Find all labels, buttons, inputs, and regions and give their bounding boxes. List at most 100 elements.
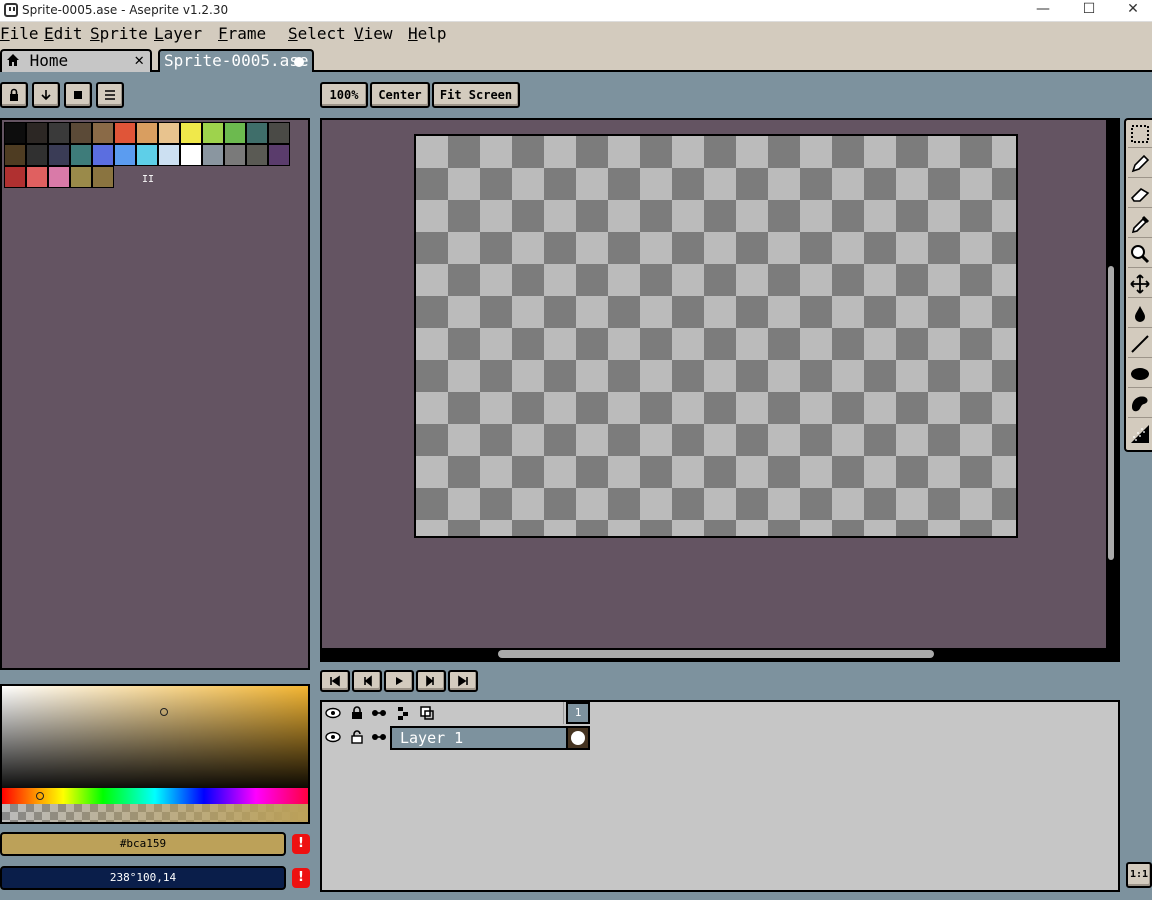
palette-swatch[interactable] xyxy=(158,122,180,144)
layer-visibility-icon[interactable] xyxy=(322,726,344,748)
fit-screen-button[interactable]: Fit Screen xyxy=(432,82,520,108)
palette-swatch[interactable] xyxy=(48,122,70,144)
color-saturation-area[interactable] xyxy=(2,686,308,788)
minimize-button[interactable]: — xyxy=(1020,0,1066,22)
close-window-button[interactable]: ✕ xyxy=(1110,0,1152,22)
timeline-panel[interactable]: 1 Layer 1 xyxy=(320,700,1120,892)
menu-select[interactable]: Select xyxy=(288,24,346,43)
menu-file[interactable]: File xyxy=(0,24,39,43)
move-tool[interactable] xyxy=(1128,270,1152,298)
layer-1-cel[interactable] xyxy=(566,726,590,750)
group-header-icon[interactable] xyxy=(392,702,414,724)
palette-swatch[interactable] xyxy=(70,122,92,144)
zoom-tool[interactable] xyxy=(1128,240,1152,268)
palette-swatch[interactable] xyxy=(268,144,290,166)
visibility-header-icon[interactable] xyxy=(322,702,344,724)
menu-help[interactable]: Help xyxy=(408,24,447,43)
palette-swatch[interactable] xyxy=(4,166,26,188)
palette-swatch[interactable] xyxy=(48,166,70,188)
eraser-tool[interactable] xyxy=(1128,180,1152,208)
sprite-canvas[interactable] xyxy=(414,134,1018,538)
canvas-editor[interactable] xyxy=(320,118,1120,662)
paint-bucket-tool[interactable] xyxy=(1128,300,1152,328)
vertical-scrollbar[interactable] xyxy=(1106,120,1118,660)
palette-swatch[interactable] xyxy=(114,122,136,144)
maximize-button[interactable]: ☐ xyxy=(1066,0,1112,22)
palette-swatch[interactable] xyxy=(48,144,70,166)
first-frame-button[interactable] xyxy=(320,670,350,692)
hue-cursor[interactable] xyxy=(36,792,44,800)
hue-slider[interactable] xyxy=(2,788,308,804)
ellipse-tool[interactable] xyxy=(1128,360,1152,388)
palette-swatch[interactable] xyxy=(224,122,246,144)
palette-swatch[interactable] xyxy=(136,122,158,144)
palette-swatch[interactable] xyxy=(246,122,268,144)
palette-preset-button[interactable] xyxy=(64,82,92,108)
play-button[interactable] xyxy=(384,670,414,692)
palette-swatch[interactable] xyxy=(26,166,48,188)
palette-swatch[interactable] xyxy=(158,144,180,166)
palette-swatch[interactable] xyxy=(92,122,114,144)
palette-swatch[interactable] xyxy=(92,166,114,188)
palette-swatch[interactable] xyxy=(26,144,48,166)
palette-swatch[interactable] xyxy=(268,122,290,144)
palette-swatch[interactable] xyxy=(136,144,158,166)
layer-continuous-icon[interactable] xyxy=(368,726,390,748)
close-tab-icon[interactable]: ✕ xyxy=(134,50,144,69)
unsaved-dot-icon[interactable] xyxy=(294,57,304,67)
next-frame-button[interactable] xyxy=(416,670,446,692)
bg-warning-icon[interactable]: ! xyxy=(292,868,310,888)
spray-tool[interactable] xyxy=(1128,420,1152,448)
horizontal-scroll-thumb[interactable] xyxy=(498,650,934,658)
palette-swatch[interactable] xyxy=(4,122,26,144)
palette-sort-button[interactable] xyxy=(32,82,60,108)
color-picker[interactable] xyxy=(0,684,310,824)
palette-swatch[interactable] xyxy=(4,144,26,166)
onion-skin-header-icon[interactable] xyxy=(416,702,438,724)
fg-warning-icon[interactable]: ! xyxy=(292,834,310,854)
palette-swatch[interactable] xyxy=(246,144,268,166)
palette-swatch[interactable] xyxy=(70,166,92,188)
vertical-scroll-thumb[interactable] xyxy=(1108,266,1114,560)
line-tool[interactable] xyxy=(1128,330,1152,358)
palette-swatch[interactable] xyxy=(180,122,202,144)
frame-header[interactable]: 1 xyxy=(566,702,590,724)
pencil-tool[interactable] xyxy=(1128,150,1152,178)
layer-name[interactable]: Layer 1 xyxy=(390,726,590,750)
palette-swatch[interactable] xyxy=(114,144,136,166)
lock-header-icon[interactable] xyxy=(346,702,368,724)
horizontal-scrollbar[interactable] xyxy=(322,648,1108,660)
palette-swatch[interactable] xyxy=(92,144,114,166)
prev-frame-button[interactable] xyxy=(352,670,382,692)
palette-swatch[interactable] xyxy=(26,122,48,144)
palette-swatch[interactable] xyxy=(202,122,224,144)
contour-tool[interactable] xyxy=(1128,390,1152,418)
foreground-color-field[interactable]: #bca159 xyxy=(0,832,286,856)
background-color-field[interactable]: 238°100,14 xyxy=(0,866,286,890)
marquee-tool[interactable] xyxy=(1128,120,1152,148)
menu-view[interactable]: View xyxy=(354,24,393,43)
center-button[interactable]: Center xyxy=(370,82,430,108)
palette-swatch[interactable] xyxy=(202,144,224,166)
continuous-header-icon[interactable] xyxy=(368,702,390,724)
palette-swatch[interactable] xyxy=(224,144,246,166)
tab-sprite[interactable]: Sprite-0005.ase xyxy=(158,49,314,72)
canvas-background[interactable] xyxy=(324,122,1110,658)
eyedropper-tool[interactable] xyxy=(1128,210,1152,238)
palette-swatch[interactable] xyxy=(180,144,202,166)
menu-edit[interactable]: Edit xyxy=(44,24,83,43)
picker-cursor[interactable] xyxy=(160,708,168,716)
timeline-header-spacer xyxy=(440,702,564,724)
menu-frame[interactable]: Frame xyxy=(218,24,266,43)
palette-lock-button[interactable] xyxy=(0,82,28,108)
palette-swatch[interactable] xyxy=(70,144,92,166)
layer-lock-icon[interactable] xyxy=(346,726,368,748)
menu-sprite[interactable]: Sprite xyxy=(90,24,148,43)
last-frame-button[interactable] xyxy=(448,670,478,692)
palette-options-button[interactable] xyxy=(96,82,124,108)
zoom-100-button[interactable]: 100% xyxy=(320,82,368,108)
alpha-slider[interactable] xyxy=(2,804,308,822)
tab-home[interactable]: Home ✕ xyxy=(0,49,152,72)
zoom-1-1-button[interactable]: 1:1 xyxy=(1126,862,1152,888)
menu-layer[interactable]: Layer xyxy=(154,24,202,43)
